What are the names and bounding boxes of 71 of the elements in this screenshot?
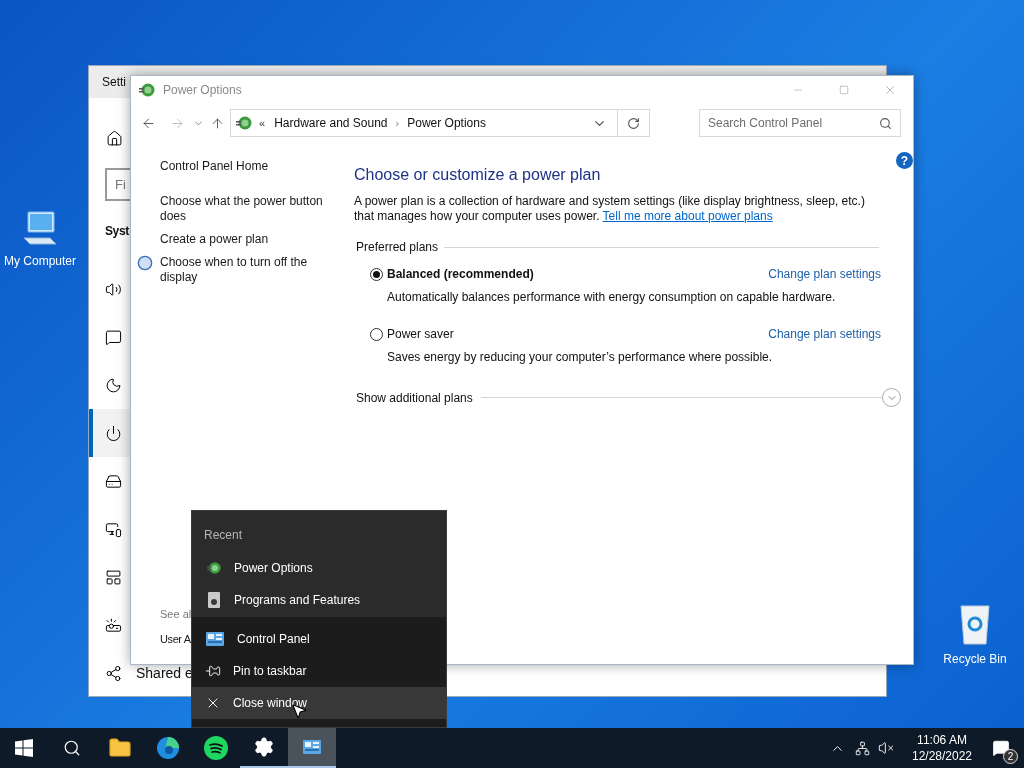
notifications-icon[interactable]: [992, 739, 1010, 757]
sidebar-link[interactable]: User A: [160, 630, 191, 647]
learn-more-link[interactable]: Tell me more about power plans: [602, 209, 773, 223]
sidebar-link[interactable]: Create a power plan: [160, 232, 330, 247]
power-options-icon: [235, 114, 253, 132]
clock[interactable]: 11:06 AM 12/28/2022: [906, 732, 978, 764]
back-icon[interactable]: [141, 115, 156, 131]
windows-logo-icon: [15, 739, 33, 757]
moon-icon: [105, 376, 122, 394]
notification-count-badge: 2: [1003, 749, 1018, 764]
description: A power plan is a collection of hardware and system settings (like display brightness, sleep, etc.) that manages how your computer uses power. Tell me more about power plans: [354, 194, 866, 224]
folder-icon: [108, 736, 132, 760]
radio-button[interactable]: [370, 327, 383, 341]
see-also-label: See al: [160, 607, 192, 622]
programs-icon: [206, 591, 222, 609]
gear-icon: [253, 736, 275, 758]
home-icon[interactable]: [106, 129, 123, 147]
menu-item[interactable]: Pin to taskbar: [192, 655, 446, 687]
search-icon: [879, 116, 892, 130]
desktop-icon-label[interactable]: Recycle Bin: [943, 650, 1007, 668]
menu-item[interactable]: Control Panel: [192, 623, 446, 655]
music-app-icon: [204, 736, 228, 760]
power-options-icon: [206, 560, 222, 576]
change-plan-link[interactable]: Change plan settings: [768, 265, 881, 283]
breadcrumb-overflow[interactable]: «: [259, 114, 266, 132]
control-panel-icon: [205, 631, 225, 647]
breadcrumb-item[interactable]: Hardware and Sound: [274, 114, 388, 132]
menu-item[interactable]: Close window: [192, 687, 446, 719]
window-title: Power Options: [163, 82, 242, 99]
taskbar-button[interactable]: [288, 728, 336, 768]
change-plan-link[interactable]: Change plan settings: [768, 325, 881, 343]
help-icon[interactable]: ?: [896, 152, 913, 169]
menu-item[interactable]: Power Options: [204, 552, 434, 584]
settings-nav-item[interactable]: [89, 409, 130, 457]
menu-section-header: Recent: [204, 527, 244, 544]
page-heading: Choose or customize a power plan: [354, 165, 602, 185]
breadcrumb-item[interactable]: Power Options: [407, 114, 486, 132]
plan-description: Automatically balances performance with energy consumption on capable hardware.: [387, 289, 837, 306]
browser-icon: [156, 736, 180, 760]
sidebar-link[interactable]: Control Panel Home: [160, 159, 330, 174]
muted-speaker-icon[interactable]: [878, 740, 894, 756]
section-heading: Syst: [105, 224, 129, 239]
plan-name[interactable]: Power saver: [387, 325, 454, 343]
radio-button[interactable]: [370, 267, 383, 281]
message-icon: [105, 328, 122, 346]
speaker-icon: [105, 280, 122, 298]
menu-item[interactable]: Programs and Features: [204, 584, 434, 616]
power-icon: [105, 424, 122, 442]
plan-name[interactable]: Balanced (recommended): [387, 265, 534, 283]
window-title: Setti: [102, 74, 126, 91]
multitasking-icon: [105, 568, 122, 586]
search-icon: [63, 739, 81, 757]
tablet-icon: [105, 520, 122, 538]
plan-description: Saves energy by reducing your computer’s performance where possible.: [387, 349, 774, 366]
share-icon: [105, 664, 122, 682]
sidebar-link[interactable]: Choose what the power button does: [160, 194, 330, 224]
power-options-icon: [138, 81, 156, 99]
projector-icon: [105, 616, 122, 634]
desktop-icon-label[interactable]: My Computer: [4, 252, 76, 270]
search-field[interactable]: Search Control Panel: [699, 109, 901, 137]
network-icon[interactable]: [855, 740, 870, 756]
pin-icon: [205, 663, 221, 679]
expander-label[interactable]: Show additional plans: [356, 388, 473, 407]
up-icon[interactable]: [210, 115, 225, 131]
breadcrumb-separator: ›: [395, 115, 400, 131]
address-bar[interactable]: « Hardware and Sound › Power Options: [230, 109, 650, 137]
control-panel-icon: [302, 739, 322, 755]
drive-icon: [105, 472, 122, 490]
group-label: Preferred plans: [356, 239, 439, 256]
refresh-icon[interactable]: [627, 116, 640, 130]
sidebar-link[interactable]: Choose when to turn off the display: [160, 255, 330, 285]
